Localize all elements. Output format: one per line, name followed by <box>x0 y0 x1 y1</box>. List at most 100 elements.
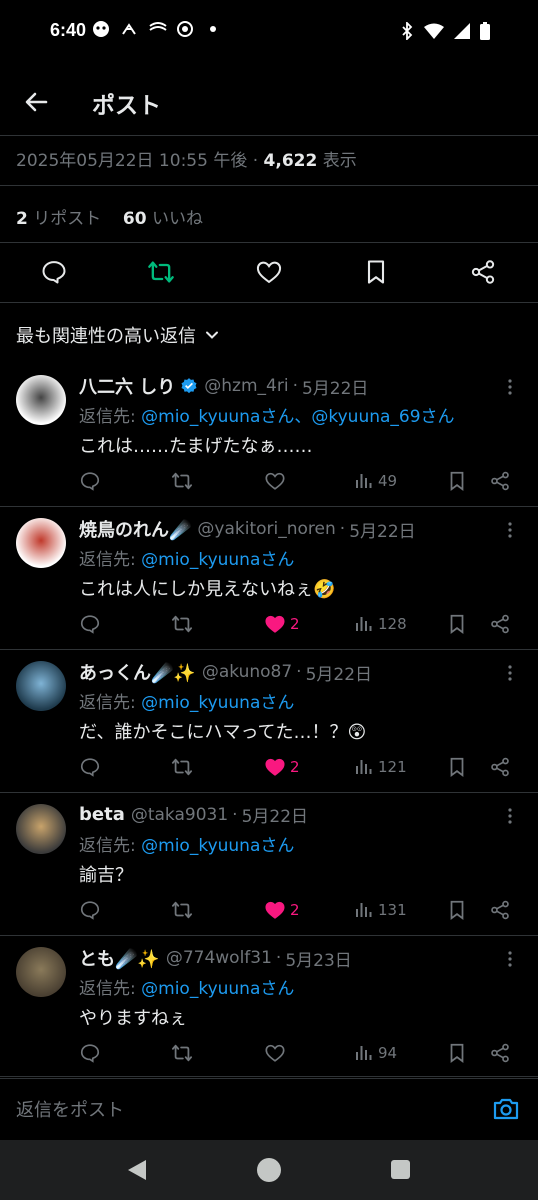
reply-composer[interactable]: 返信をポスト <box>0 1084 538 1134</box>
more-options-button[interactable] <box>502 520 518 540</box>
views-button[interactable]: 121 <box>354 754 407 780</box>
share-icon <box>491 900 509 920</box>
reply-author-name[interactable]: 焼鳥のれん☄️ <box>79 516 191 542</box>
more-options-button[interactable] <box>502 949 518 969</box>
reply-text: 諭吉？ <box>79 865 133 886</box>
share-button[interactable] <box>489 897 511 923</box>
like-button[interactable]: 2 <box>264 611 300 637</box>
bookmark-button[interactable] <box>446 611 468 637</box>
bookmark-button[interactable] <box>446 1040 468 1066</box>
divider <box>0 242 538 243</box>
reply-button[interactable] <box>79 1040 101 1066</box>
reply-to-line: 返信先: @mio_kyuunaさん、@kyuuna_69さん <box>79 402 455 427</box>
reply-to-line: 返信先: @mio_kyuunaさん <box>79 688 294 713</box>
reply-item[interactable]: あっくん☄️✨ @akuno87 · 5月22日 返信先: @mio_kyuunaさんだ… <box>0 649 538 792</box>
views-chart-icon <box>356 474 372 488</box>
verified-badge-icon <box>181 378 197 394</box>
likes-stat[interactable]: 60 いいね <box>123 209 203 229</box>
signal-icon <box>454 23 470 43</box>
repost-button[interactable] <box>171 1040 193 1066</box>
system-recents-button[interactable] <box>391 1160 410 1179</box>
post-datetime[interactable]: 2025年05月22日 10:55 午後 <box>16 151 247 171</box>
reply-input[interactable]: 返信をポスト <box>16 1096 124 1122</box>
views-button[interactable]: 128 <box>354 611 407 637</box>
system-back-button[interactable] <box>126 1158 148 1186</box>
repost-button[interactable] <box>147 258 175 286</box>
avatar[interactable] <box>16 947 66 997</box>
share-button[interactable] <box>469 258 497 286</box>
reply-author-handle[interactable]: @774wolf31 <box>166 948 272 968</box>
reply-item[interactable]: 八二六 しり @hzm_4ri · 5月22日返信先: @mio_kyuunaさん、@… <box>0 363 538 506</box>
share-button[interactable] <box>489 754 511 780</box>
reply-to-mentions[interactable]: @mio_kyuunaさん <box>141 550 294 570</box>
more-options-button[interactable] <box>502 377 518 397</box>
share-button[interactable] <box>489 611 511 637</box>
bookmark-button[interactable] <box>362 258 390 286</box>
reply-to-mentions[interactable]: @mio_kyuunaさん <box>141 836 294 856</box>
reply-date[interactable]: 5月22日 <box>302 374 368 399</box>
like-button[interactable] <box>264 1040 290 1066</box>
app-notification-icon <box>120 20 138 38</box>
reply-to-mentions[interactable]: @mio_kyuunaさん <box>141 979 294 999</box>
camera-button[interactable] <box>492 1096 520 1122</box>
reply-author-name[interactable]: あっくん☄️✨ <box>79 659 196 685</box>
like-button[interactable]: 2 <box>264 897 300 923</box>
share-button[interactable] <box>489 1040 511 1066</box>
reply-action-bar: 2 131 <box>79 897 519 923</box>
reply-date[interactable]: 5月23日 <box>285 946 351 971</box>
repost-icon <box>171 472 193 490</box>
reply-item[interactable]: 焼鳥のれん☄️ @yakitori_noren · 5月22日 返信先: @mio_ky… <box>0 506 538 649</box>
reply-button[interactable] <box>79 468 101 494</box>
reply-button[interactable] <box>79 754 101 780</box>
reply-author-name[interactable]: beta <box>79 804 125 825</box>
bookmark-button[interactable] <box>446 897 468 923</box>
reply-author-handle[interactable]: @hzm_4ri <box>204 376 288 396</box>
reply-item[interactable]: とも☄️✨ @774wolf31 · 5月23日 返信先: @mio_kyuunaさんや… <box>0 935 538 1078</box>
reply-item[interactable]: beta @taka9031 · 5月22日 返信先: @mio_kyuunaさん 諭吉？… <box>0 792 538 935</box>
avatar[interactable] <box>16 804 66 854</box>
reply-date[interactable]: 5月22日 <box>349 517 415 542</box>
reply-author-name[interactable]: とも☄️✨ <box>79 945 160 971</box>
reposts-stat[interactable]: 2 リポスト <box>16 209 101 229</box>
reply-author-handle[interactable]: @yakitori_noren <box>197 519 335 539</box>
more-options-button[interactable] <box>502 663 518 683</box>
avatar[interactable] <box>16 375 66 425</box>
views-button[interactable]: 94 <box>354 1040 397 1066</box>
more-options-button[interactable] <box>502 806 518 826</box>
reply-to-mentions[interactable]: @mio_kyuunaさん <box>141 693 294 713</box>
bookmark-button[interactable] <box>446 468 468 494</box>
avatar[interactable] <box>16 518 66 568</box>
like-button[interactable] <box>255 258 283 286</box>
repost-icon <box>171 1044 193 1062</box>
reply-date[interactable]: 5月22日 <box>242 802 308 827</box>
reply-button[interactable] <box>40 258 68 286</box>
repost-button[interactable] <box>171 754 193 780</box>
wifi-icon <box>424 23 444 43</box>
avatar[interactable] <box>16 661 66 711</box>
like-count: 2 <box>290 758 300 776</box>
bookmark-button[interactable] <box>446 754 468 780</box>
repost-button[interactable] <box>171 611 193 637</box>
reply-text: これは人にしか見えないねぇ🤣 <box>79 579 336 600</box>
reply-date[interactable]: 5月22日 <box>306 660 372 685</box>
like-button[interactable]: 2 <box>264 754 300 780</box>
reply-author-handle[interactable]: @akuno87 <box>202 662 292 682</box>
repost-button[interactable] <box>171 897 193 923</box>
meta-separator: · <box>292 376 298 396</box>
reply-author-name[interactable]: 八二六 しり <box>79 373 175 399</box>
reply-sort-dropdown[interactable]: 最も関連性の高い返信 <box>16 322 220 348</box>
reply-author-handle[interactable]: @taka9031 <box>131 805 228 825</box>
repost-icon <box>171 901 193 919</box>
reply-button[interactable] <box>79 897 101 923</box>
system-home-button[interactable] <box>257 1158 281 1182</box>
reply-button[interactable] <box>79 611 101 637</box>
repost-button[interactable] <box>171 468 193 494</box>
like-button[interactable] <box>264 468 290 494</box>
views-button[interactable]: 131 <box>354 897 407 923</box>
views-button[interactable]: 49 <box>354 468 397 494</box>
heart-icon <box>265 758 285 776</box>
reply-to-mentions[interactable]: @mio_kyuunaさん、@kyuuna_69さん <box>141 407 454 427</box>
top-app-bar: ポスト <box>0 76 538 128</box>
share-button[interactable] <box>489 468 511 494</box>
back-button[interactable] <box>20 86 52 118</box>
